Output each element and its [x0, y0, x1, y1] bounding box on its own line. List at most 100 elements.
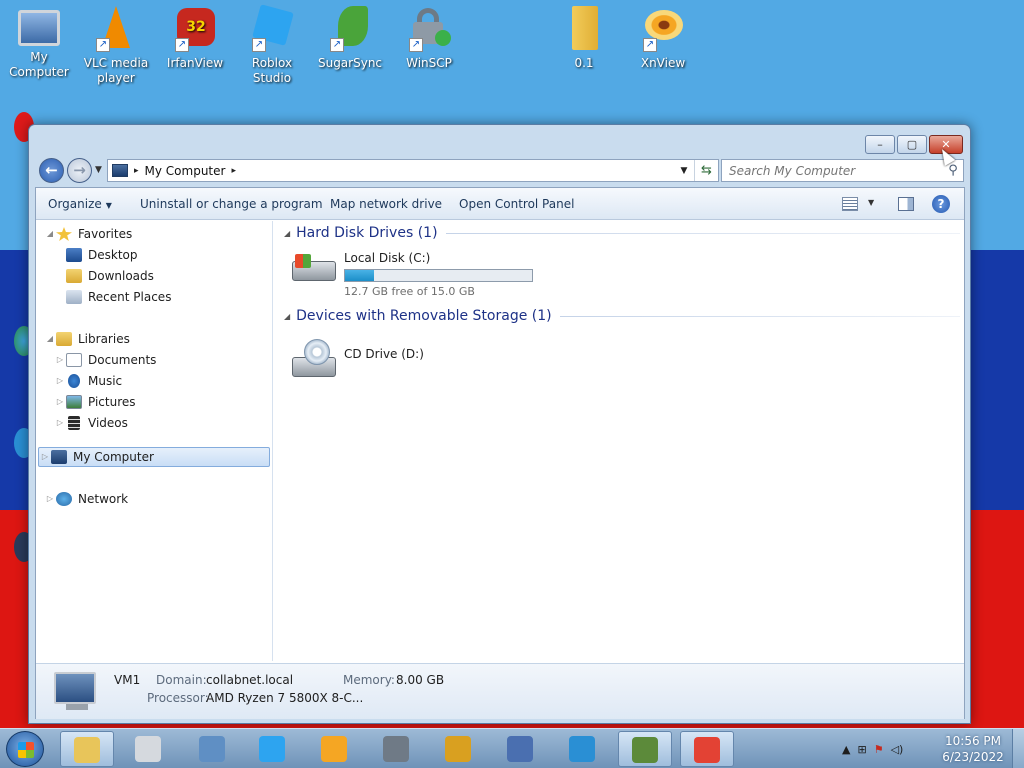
- nav-libraries-label: Libraries: [78, 332, 130, 346]
- group-header-hard-disk-drives[interactable]: ◢ Hard Disk Drives (1): [284, 225, 960, 241]
- taskbar-button-google-earth-pro[interactable]: [370, 731, 424, 767]
- expand-arrow-icon[interactable]: ▷: [54, 413, 66, 433]
- organize-button[interactable]: Organize ▼: [48, 197, 112, 211]
- preview-pane-icon[interactable]: [898, 197, 914, 211]
- nav-documents[interactable]: ▷ Documents: [54, 350, 156, 370]
- winamp-icon: [445, 736, 471, 762]
- desktop-icon-label: Roblox Studio: [251, 56, 293, 85]
- expand-arrow-icon[interactable]: ▷: [39, 447, 51, 467]
- nav-videos[interactable]: ▷ Videos: [54, 413, 128, 433]
- help-icon[interactable]: ?: [932, 195, 950, 213]
- nav-my-computer[interactable]: ▷ My Computer: [38, 447, 270, 467]
- change-view-icon[interactable]: [842, 197, 858, 211]
- breadcrumb-my-computer[interactable]: My Computer: [145, 164, 226, 178]
- search-icon[interactable]: ⚲: [943, 163, 963, 178]
- taskbar-button-windows-explorer[interactable]: [60, 731, 114, 767]
- address-dropdown-icon[interactable]: ▼: [674, 166, 694, 176]
- taskbar-button-winamp[interactable]: [432, 731, 486, 767]
- clock-time: 10:56 PM: [945, 734, 1001, 748]
- sugarsync-icon: ↗: [326, 4, 374, 52]
- system-tray: ▲ ⊞ ⚑ ◁): [842, 729, 910, 768]
- collapse-arrow-icon[interactable]: ◢: [44, 329, 56, 349]
- map-network-drive-button[interactable]: Map network drive: [330, 197, 442, 211]
- desktop-icon-irfanview[interactable]: 32 ↗ IrfanView: [156, 4, 234, 71]
- group-divider: [445, 232, 960, 234]
- nav-downloads-label: Downloads: [88, 269, 154, 283]
- expand-arrow-icon[interactable]: ▷: [54, 392, 66, 412]
- nav-favorites[interactable]: ◢ Favorites: [44, 224, 132, 244]
- expand-arrow-icon[interactable]: ▷: [54, 350, 66, 370]
- title-bar[interactable]: – ▢ ✕: [29, 125, 970, 159]
- drive-name: Local Disk (C:): [344, 251, 431, 265]
- processor-value: AMD Ryzen 7 5800X 8-C...: [206, 691, 364, 705]
- drive-local-disk-c[interactable]: Local Disk (C:) 12.7 GB free of 15.0 GB: [290, 249, 533, 298]
- processor-label: Processor:: [147, 691, 209, 705]
- nav-desktop-label: Desktop: [88, 248, 138, 262]
- nav-favorites-label: Favorites: [78, 227, 133, 241]
- clock[interactable]: 10:56 PM 6/23/2022: [940, 733, 1006, 765]
- show-hidden-icons-icon[interactable]: ▲: [842, 743, 850, 756]
- desktop-icon-label: 0.1: [574, 56, 594, 70]
- collapse-arrow-icon: ◢: [284, 311, 291, 321]
- taskbar-button-vmware[interactable]: [186, 731, 240, 767]
- roblox-icon: [259, 736, 285, 762]
- maximize-button[interactable]: ▢: [897, 135, 927, 154]
- music-icon: [68, 374, 80, 388]
- memory-value: 8.00 GB: [396, 673, 445, 687]
- breadcrumb-separator[interactable]: ▸: [231, 166, 236, 176]
- taskbar-button-edge[interactable]: [556, 731, 610, 767]
- desktop-icon-vlc[interactable]: ↗ VLC media player: [77, 4, 155, 86]
- documents-icon: [66, 353, 82, 367]
- nav-recent-places[interactable]: Recent Places: [66, 287, 171, 307]
- view-options-chevron-icon[interactable]: ▼: [868, 198, 874, 207]
- taskbar-button-tree-app[interactable]: [618, 731, 672, 767]
- nav-recent-label: Recent Places: [88, 290, 172, 304]
- desktop-icon-my-computer[interactable]: My Computer: [0, 4, 78, 80]
- network-icon: [56, 492, 72, 506]
- taskbar-button-network-tool[interactable]: [494, 731, 548, 767]
- collapse-arrow-icon[interactable]: ◢: [44, 224, 56, 244]
- refresh-icon: ⇆: [701, 163, 712, 178]
- blank-app-icon: [135, 736, 161, 762]
- minimize-button[interactable]: –: [865, 135, 895, 154]
- expand-arrow-icon[interactable]: ▷: [54, 371, 66, 391]
- network-tray-icon[interactable]: ⊞: [857, 743, 866, 756]
- desktop-icon-folder[interactable]: 0.1: [545, 4, 623, 71]
- nav-desktop[interactable]: Desktop: [66, 245, 138, 265]
- nav-network[interactable]: ▷ Network: [44, 489, 128, 509]
- taskbar-button-chrome[interactable]: [680, 731, 734, 767]
- group-header-removable-storage[interactable]: ◢ Devices with Removable Storage (1): [284, 308, 960, 324]
- forward-arrow-icon: →: [73, 161, 86, 179]
- nav-music[interactable]: ▷ Music: [54, 371, 122, 391]
- libraries-icon: [56, 332, 72, 346]
- desktop-icon-xnview[interactable]: ↗ XnView: [624, 4, 702, 71]
- expand-arrow-icon[interactable]: ▷: [44, 489, 56, 509]
- desktop-icon-winscp[interactable]: ↗ WinSCP: [390, 4, 468, 71]
- taskbar-button-blank-app[interactable]: [122, 731, 176, 767]
- taskbar-button-roblox[interactable]: [246, 731, 300, 767]
- address-bar[interactable]: ▸ My Computer ▸ ▼ ⇆: [107, 159, 719, 182]
- volume-icon[interactable]: ◁): [891, 743, 904, 756]
- search-input[interactable]: [722, 163, 943, 178]
- computer-monitor-icon: [54, 672, 96, 704]
- action-center-icon[interactable]: ⚑: [874, 743, 884, 756]
- desktop-icon-label: IrfanView: [166, 56, 224, 70]
- nav-downloads[interactable]: Downloads: [66, 266, 154, 286]
- forward-button[interactable]: →: [67, 158, 92, 183]
- nav-pictures[interactable]: ▷ Pictures: [54, 392, 136, 412]
- history-dropdown-icon[interactable]: ▼: [95, 165, 102, 175]
- drive-cd-d[interactable]: CD Drive (D:): [290, 337, 424, 379]
- details-pane: VM1 Domain: collabnet.local Memory: 8.00…: [36, 663, 964, 719]
- refresh-button[interactable]: ⇆: [694, 160, 718, 181]
- breadcrumb-separator[interactable]: ▸: [134, 166, 139, 176]
- taskbar-button-xnview[interactable]: [308, 731, 362, 767]
- desktop-icon-sugarsync[interactable]: ↗ SugarSync: [311, 4, 389, 71]
- nav-libraries[interactable]: ◢ Libraries: [44, 329, 130, 349]
- uninstall-program-button[interactable]: Uninstall or change a program: [140, 197, 323, 211]
- show-desktop-button[interactable]: [1012, 729, 1024, 768]
- search-box[interactable]: ⚲: [721, 159, 964, 182]
- open-control-panel-button[interactable]: Open Control Panel: [459, 197, 574, 211]
- desktop-icon-roblox-studio[interactable]: ↗ Roblox Studio: [233, 4, 311, 86]
- back-button[interactable]: ←: [39, 158, 64, 183]
- start-button[interactable]: [6, 731, 44, 767]
